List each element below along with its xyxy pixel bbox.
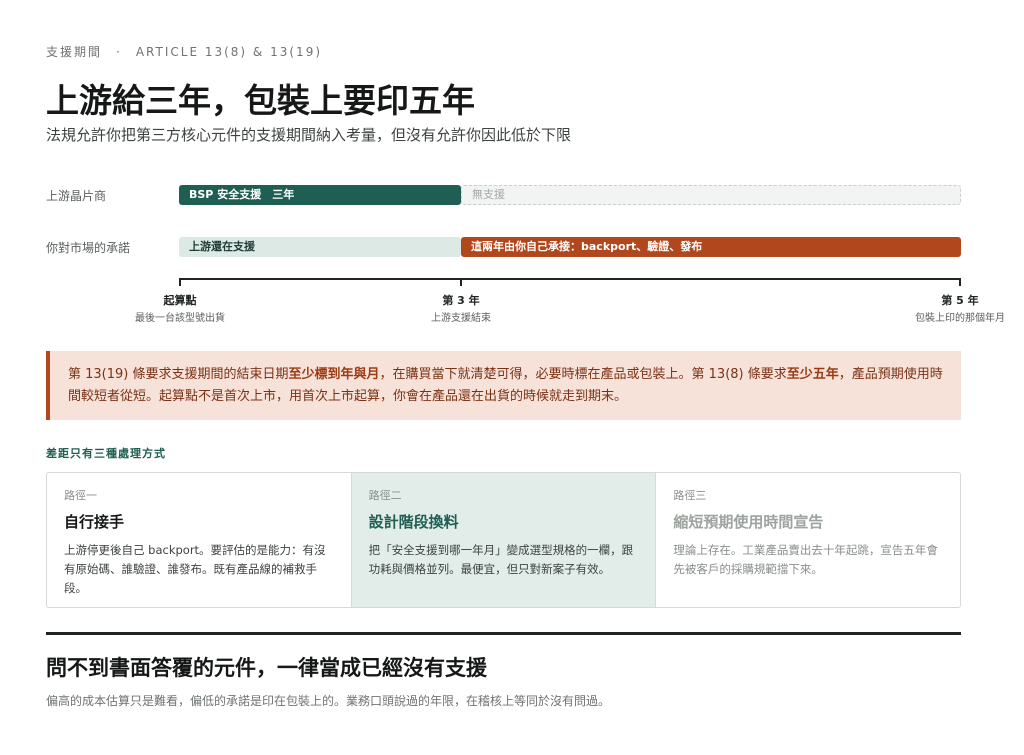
callout-text-2: ，在購買當下就清楚可得，必要時標在產品或包裝上。第 13(8) 條要求 [379, 367, 787, 382]
kicker-topic: 支援期間 [46, 45, 103, 59]
path-tag: 路徑一 [64, 489, 97, 502]
tick-sub-year-5: 包裝上印的那個年月 [915, 313, 1005, 324]
path-body: 把「安全支援到哪一年月」變成選型規格的一欄，跟功耗與價格並列。最便宜，但只對新案… [368, 543, 634, 576]
tick-label-year-3: 第 3 年 [442, 294, 480, 307]
callout-emphasis-year-month: 至少標到年與月 [288, 367, 380, 382]
path-title: 自行接手 [64, 513, 125, 531]
path-title: 縮短預期使用時間宣告 [673, 513, 824, 531]
tick-year-3 [460, 278, 462, 286]
page-subtitle: 法規允許你把第三方核心元件的支援期間納入考量，但沒有允許你因此低於下限 [46, 126, 572, 144]
conclusion-title: 問不到書面答覆的元件，一律當成已經沒有支援 [46, 656, 487, 680]
tick-label-year-5: 第 5 年 [941, 294, 979, 307]
kicker-separator: · [116, 45, 122, 59]
tick-start [179, 278, 181, 286]
callout-text-1: 第 13(19) 條要求支援期間的結束日期 [68, 367, 289, 382]
paths-heading: 差距只有三種處理方式 [46, 447, 166, 460]
path-card-1: 路徑一 自行接手 上游停更後自己 backport。要評估的是能力：有沒有原始碼… [47, 473, 352, 607]
timeline-axis [179, 278, 961, 280]
path-card-3: 路徑三 縮短預期使用時間宣告 理論上存在。工業產品賣出去十年起跳，宣告五年會先被… [656, 473, 960, 607]
path-tag: 路徑三 [673, 489, 707, 502]
row-label-upstream: 上游晶片商 [46, 189, 107, 203]
kicker-article: ARTICLE 13(8) & 13(19) [135, 45, 323, 59]
callout-emphasis-five-years: 至少五年 [786, 367, 839, 382]
bar-self-maintained: 這兩年由你自己承接：backport、驗證、發布 [461, 237, 961, 257]
paths-panel: 路徑一 自行接手 上游停更後自己 backport。要評估的是能力：有沒有原始碼… [46, 472, 961, 608]
section-divider [46, 632, 961, 635]
path-tag: 路徑二 [368, 489, 402, 502]
kicker: 支援期間 · ARTICLE 13(8) & 13(19) [46, 43, 322, 60]
conclusion-subtitle: 偏高的成本估算只是難看，偏低的承諾是印在包裝上的。業務口頭說過的年限，在稽核上等… [46, 694, 611, 708]
path-body: 上游停更後自己 backport。要評估的是能力：有沒有原始碼、誰驗證、誰發布。… [64, 543, 326, 595]
row-label-commitment: 你對市場的承諾 [46, 241, 131, 255]
page-title: 上游給三年，包裝上要印五年 [46, 81, 475, 120]
tick-label-start: 起算點 [163, 294, 197, 307]
tick-sub-year-3: 上游支援結束 [431, 313, 491, 324]
tick-year-5 [959, 278, 961, 286]
path-body: 理論上存在。工業產品賣出去十年起跳，宣告五年會先被客戶的採購規範擋下來。 [673, 543, 938, 576]
tick-sub-start: 最後一台該型號出貨 [135, 313, 225, 324]
regulation-callout: 第 13(19) 條要求支援期間的結束日期至少標到年與月，在購買當下就清楚可得，… [46, 351, 961, 420]
path-card-2: 路徑二 設計階段換料 把「安全支援到哪一年月」變成選型規格的一欄，跟功耗與價格並… [351, 473, 657, 607]
bar-upstream-support: BSP 安全支援 三年 [179, 185, 461, 205]
path-title: 設計階段換料 [368, 513, 459, 531]
bar-no-support: 無支援 [461, 185, 961, 205]
bar-upstream-still-supporting: 上游還在支援 [179, 237, 461, 257]
